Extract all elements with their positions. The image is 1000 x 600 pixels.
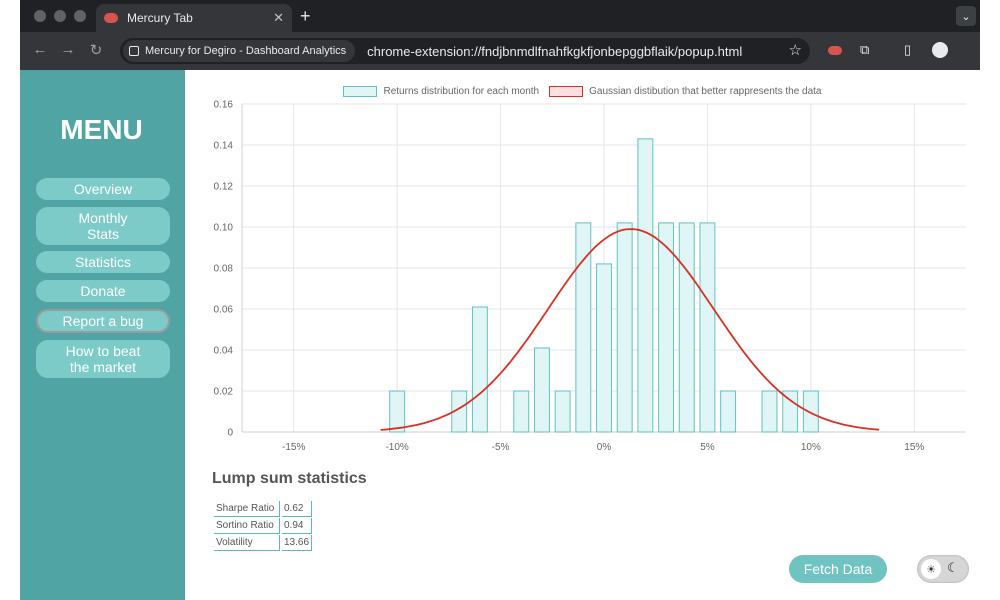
fetch-data-button[interactable]: Fetch Data: [789, 555, 887, 583]
tab-search-button[interactable]: ⌄: [956, 6, 976, 26]
sidebar-item-report-bug[interactable]: Report a bug: [36, 309, 170, 333]
histogram-bar: [761, 390, 778, 433]
y-tick-label: 0.02: [214, 387, 234, 398]
x-tick-label: -15%: [282, 442, 305, 453]
x-tick-label: 5%: [700, 442, 715, 453]
sidebar-item-monthly-stats[interactable]: Monthly Stats: [36, 207, 170, 245]
back-arrow-icon[interactable]: ←: [30, 41, 50, 58]
profile-icon[interactable]: [932, 42, 948, 58]
y-tick-label: 0.10: [214, 223, 234, 234]
puzzle-icon[interactable]: ⧉: [860, 42, 869, 58]
sidebar-item-how-to-beat[interactable]: How to beat the market: [36, 340, 170, 378]
main-content: Returns distribution for each month Gaus…: [185, 70, 980, 600]
x-tick-label: -5%: [492, 442, 510, 453]
menu-title: MENU: [60, 114, 143, 145]
minimize-window-button[interactable]: [54, 10, 66, 22]
sun-icon: ☀: [921, 559, 941, 579]
legend-label-returns: Returns distribution for each month: [383, 86, 540, 97]
sidebar-item-label: Report a bug: [62, 313, 144, 329]
histogram-bar: [616, 222, 633, 433]
legend-item-returns[interactable]: Returns distribution for each month: [343, 86, 539, 97]
chart-legend: Returns distribution for each month Gaus…: [185, 86, 980, 97]
close-window-button[interactable]: [34, 10, 46, 22]
histogram-bar: [513, 390, 530, 433]
histogram-bar: [678, 222, 695, 433]
browser-toolbar: ← → ↻ Mercury for Degiro - Dashboard Ana…: [20, 32, 980, 70]
stat-label: Volatility: [214, 535, 280, 551]
histogram-bar: [596, 263, 612, 433]
table-row: Sortino Ratio 0.94: [214, 518, 313, 534]
stat-value: 0.94: [282, 518, 313, 534]
new-tab-button[interactable]: +: [300, 6, 311, 27]
sidebar-item-label: Donate: [80, 283, 126, 299]
sidebar-item-overview[interactable]: Overview: [36, 178, 170, 200]
extension-icon: [129, 46, 139, 56]
x-tick-label: -10%: [385, 442, 408, 453]
site-chip-label: Mercury for Degiro - Dashboard Analytics: [145, 45, 347, 57]
histogram-bar: [720, 390, 737, 433]
sidebar: MENU Overview Monthly Stats Statistics D…: [20, 70, 185, 600]
returns-distribution-chart: 0 0.02 0.04 0.06 0.08 0.10 0.12 0.14 0.16 -15% -10…: [214, 100, 966, 453]
histogram-bar: [699, 222, 716, 433]
histogram-bar: [658, 222, 675, 433]
url-text[interactable]: chrome-extension://fndjbnmdlfnahfkgkfjon…: [367, 44, 742, 59]
active-tab[interactable]: Mercury Tab ✕: [96, 4, 292, 32]
legend-item-gaussian[interactable]: Gaussian distibution that better rappres…: [549, 86, 822, 97]
table-row: Sharpe Ratio 0.62: [214, 501, 313, 517]
sidebar-item-label: Monthly Stats: [78, 210, 128, 242]
x-tick-label: 0%: [597, 442, 612, 453]
sidebar-item-statistics[interactable]: Statistics: [36, 251, 170, 273]
table-row: Volatility 13.66: [214, 535, 313, 551]
browser-window: Mercury Tab ✕ + ⌄ ← → ↻ Mercury for Degi…: [20, 0, 980, 600]
sidebar-item-label: How to beat the market: [65, 343, 141, 375]
sidebar-item-label: Statistics: [74, 254, 131, 270]
site-info-chip[interactable]: Mercury for Degiro - Dashboard Analytics: [123, 40, 356, 62]
stats-table: Sharpe Ratio 0.62 Sortino Ratio 0.94 Vol…: [212, 500, 314, 552]
theme-toggle[interactable]: ☀ ☾: [917, 555, 969, 583]
star-icon[interactable]: ☆: [789, 41, 802, 59]
reload-icon[interactable]: ↻: [86, 41, 106, 59]
side-panel-icon[interactable]: ▯: [904, 42, 911, 58]
histogram-bar: [637, 138, 654, 433]
sidebar-item-label: Overview: [73, 181, 133, 197]
histogram-bar: [554, 390, 571, 433]
y-tick-label: 0.14: [214, 141, 234, 152]
stat-value: 0.62: [282, 501, 313, 517]
tab-bar: Mercury Tab ✕ + ⌄: [20, 0, 980, 32]
moon-icon: ☾: [947, 560, 959, 575]
legend-swatch-bars: [343, 86, 378, 97]
y-tick-label: 0.06: [214, 305, 234, 316]
x-tick-label: 15%: [904, 442, 924, 453]
tab-title: Mercury Tab: [127, 11, 193, 25]
y-tick-label: 0.04: [214, 346, 234, 357]
x-tick-label: 10%: [801, 442, 821, 453]
tab-close-icon[interactable]: ✕: [273, 10, 284, 26]
histogram-bar: [389, 390, 406, 433]
y-tick-label: 0: [227, 428, 233, 439]
mercury-favicon-icon: [104, 13, 118, 23]
mercury-extension-icon[interactable]: [828, 46, 842, 55]
stat-label: Sortino Ratio: [214, 518, 280, 534]
histogram-bar: [533, 347, 550, 433]
histogram-bar: [471, 306, 488, 433]
y-tick-label: 0.12: [214, 182, 234, 193]
histogram-bar: [802, 390, 819, 433]
maximize-window-button[interactable]: [74, 10, 86, 22]
legend-swatch-curve: [549, 86, 584, 97]
legend-label-gaussian: Gaussian distibution that better rappres…: [589, 86, 822, 97]
y-tick-label: 0.16: [214, 100, 234, 111]
sidebar-item-donate[interactable]: Donate: [36, 280, 170, 302]
stats-title: Lump sum statistics: [212, 470, 367, 487]
stat-label: Sharpe Ratio: [214, 501, 280, 517]
stat-value: 13.66: [282, 535, 313, 551]
window-controls: [34, 10, 86, 22]
y-tick-label: 0.08: [214, 264, 234, 275]
forward-arrow-icon[interactable]: →: [58, 41, 78, 58]
address-bar[interactable]: Mercury for Degiro - Dashboard Analytics…: [120, 38, 810, 64]
